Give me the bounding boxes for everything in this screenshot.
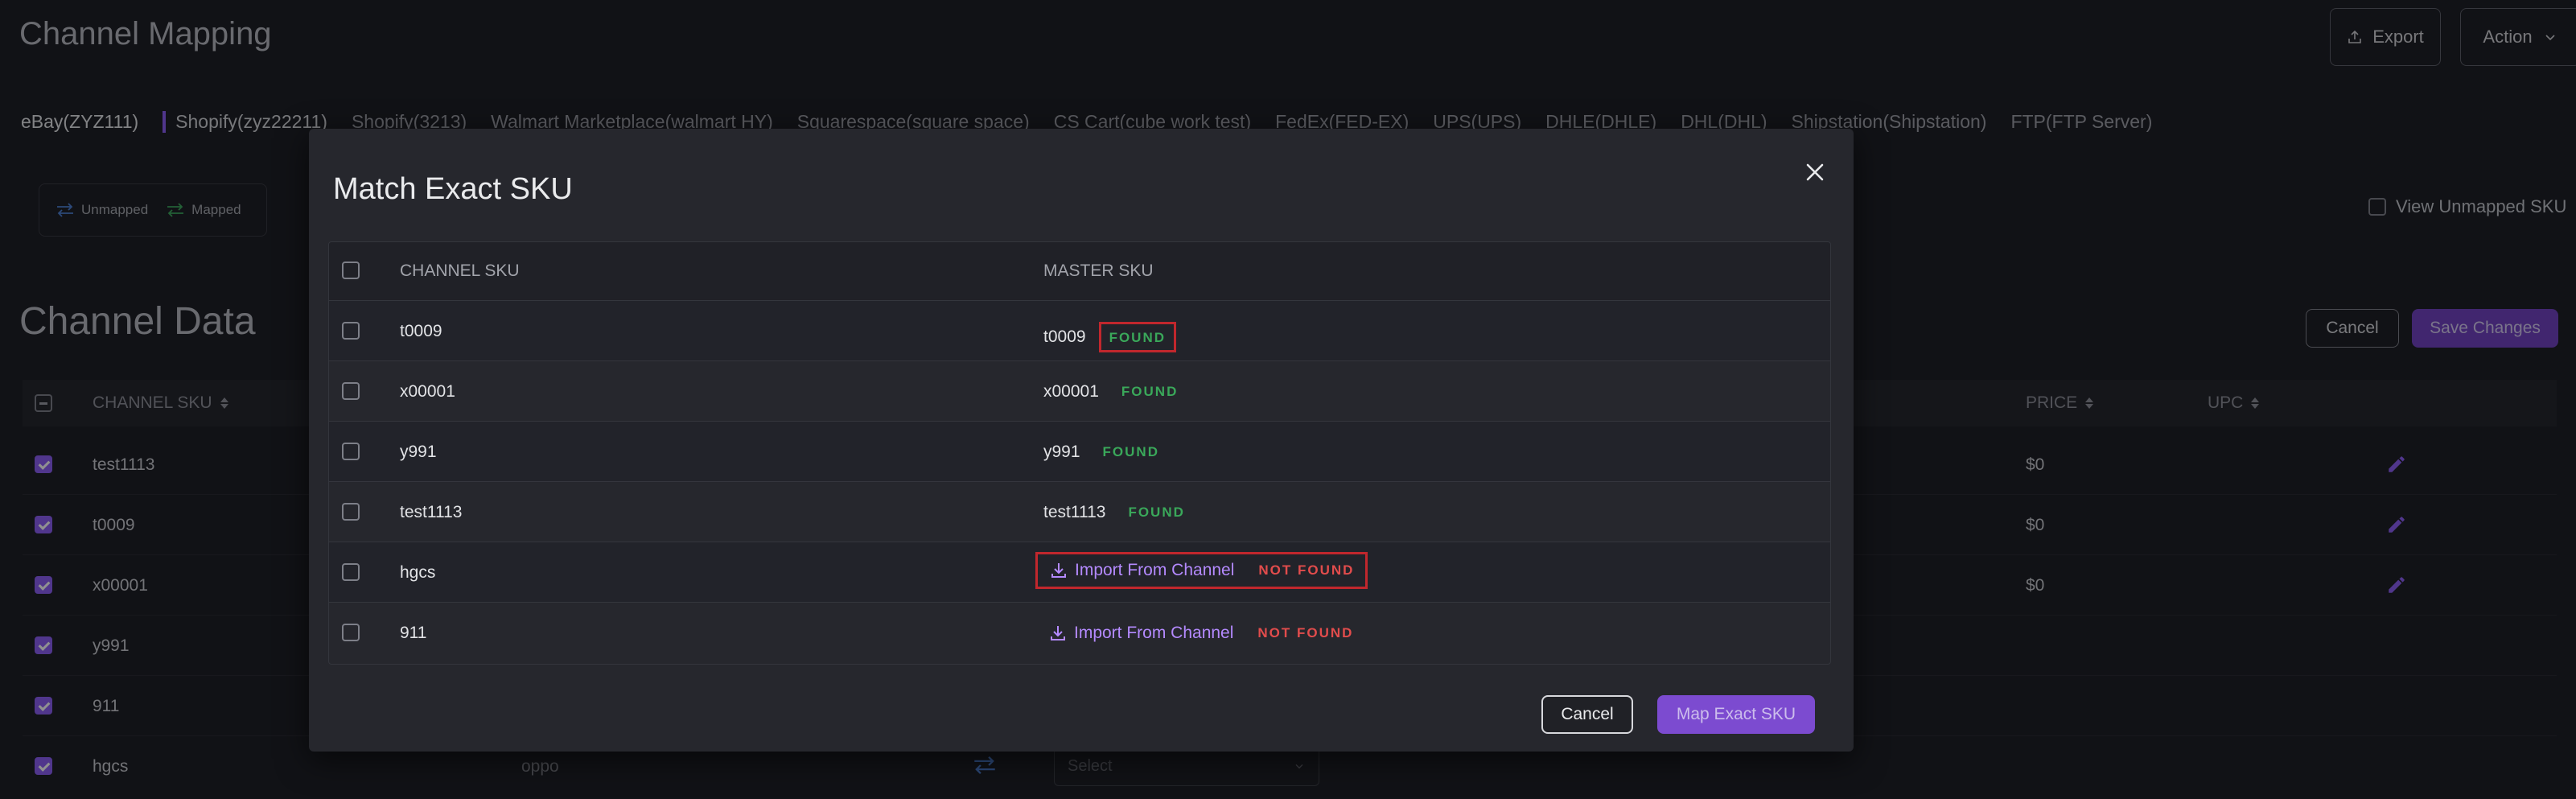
table-row: test1113 test1113 FOUND	[329, 481, 1830, 542]
match-exact-sku-modal: Match Exact SKU CHANNEL SKU MASTER SKU t…	[309, 129, 1854, 752]
row-master-sku-cell: Import From Channel NOT FOUND	[1035, 552, 1368, 589]
table-row: 911 Import From Channel NOT FOUND	[329, 602, 1830, 662]
status-badge: FOUND	[1102, 444, 1159, 459]
row-master-sku-cell: Import From Channel NOT FOUND	[1043, 624, 1353, 643]
row-channel-sku: test1113	[400, 503, 463, 521]
match-sku-table: CHANNEL SKU MASTER SKU t0009 t0009 FOUND…	[328, 241, 1831, 665]
map-exact-sku-button[interactable]: Map Exact SKU	[1657, 695, 1815, 734]
row-channel-sku: 911	[400, 624, 427, 642]
row-channel-sku: hgcs	[400, 563, 436, 582]
status-badge: FOUND	[1109, 330, 1167, 345]
row-master-sku: t0009	[1043, 327, 1086, 346]
row-master-sku-cell: t0009 FOUND	[1043, 322, 1177, 352]
status-badge: FOUND	[1128, 505, 1185, 520]
row-master-sku-cell: test1113 FOUND	[1043, 503, 1185, 522]
row-checkbox[interactable]	[342, 503, 360, 521]
import-from-channel-link[interactable]: Import From Channel	[1049, 561, 1234, 580]
status-badge: NOT FOUND	[1258, 562, 1355, 578]
row-master-sku: y991	[1043, 443, 1080, 461]
status-badge: NOT FOUND	[1257, 625, 1354, 640]
match-table-header: CHANNEL SKU MASTER SKU	[329, 242, 1830, 300]
table-row: x00001 x00001 FOUND	[329, 360, 1830, 421]
col-channel-sku: CHANNEL SKU	[400, 262, 520, 280]
download-icon	[1051, 626, 1065, 640]
row-checkbox[interactable]	[342, 563, 360, 581]
modal-title: Match Exact SKU	[333, 172, 573, 206]
row-checkbox[interactable]	[342, 443, 360, 460]
row-checkbox[interactable]	[342, 382, 360, 400]
table-row: y991 y991 FOUND	[329, 421, 1830, 481]
table-row: t0009 t0009 FOUND	[329, 300, 1830, 360]
row-channel-sku: x00001	[400, 382, 455, 401]
row-master-sku: test1113	[1043, 503, 1106, 521]
row-channel-sku: y991	[400, 443, 437, 461]
row-master-sku-cell: x00001 FOUND	[1043, 382, 1178, 402]
download-icon	[1051, 563, 1066, 578]
col-master-sku: MASTER SKU	[1043, 262, 1154, 280]
select-all-checkbox[interactable]	[342, 262, 360, 279]
close-icon[interactable]	[1799, 156, 1831, 188]
found-highlight: FOUND	[1098, 322, 1177, 352]
row-checkbox[interactable]	[342, 624, 360, 641]
row-master-sku: x00001	[1043, 382, 1099, 401]
cancel-button[interactable]: Cancel	[1541, 695, 1633, 734]
import-from-channel-label: Import From Channel	[1075, 561, 1235, 579]
import-from-channel-label: Import From Channel	[1074, 624, 1234, 642]
table-row: hgcs Import From Channel NOT FOUND	[329, 542, 1830, 602]
not-found-highlight: Import From Channel NOT FOUND	[1035, 552, 1368, 589]
row-master-sku-cell: y991 FOUND	[1043, 443, 1159, 462]
status-badge: FOUND	[1121, 384, 1179, 399]
import-from-channel-link[interactable]: Import From Channel	[1048, 624, 1233, 643]
row-checkbox[interactable]	[342, 322, 360, 340]
row-channel-sku: t0009	[400, 322, 442, 340]
